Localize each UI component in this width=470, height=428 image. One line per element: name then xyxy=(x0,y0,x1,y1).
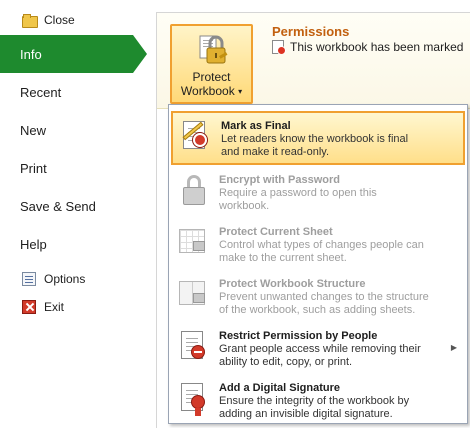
workbook-structure-icon xyxy=(177,277,211,311)
protect-workbook-label: Protect Workbook ▾ xyxy=(181,70,242,99)
backstage-nav: Close Info Recent New Print Save & Send … xyxy=(0,0,148,428)
permissions-status: This workbook has been marked xyxy=(272,40,470,54)
menu-item-digital-signature[interactable]: Add a Digital Signature Ensure the integ… xyxy=(171,375,465,425)
menu-item-title: Protect Current Sheet xyxy=(219,226,333,238)
options-icon xyxy=(22,272,36,286)
restrict-permission-icon xyxy=(177,329,211,363)
marked-final-icon xyxy=(272,40,286,54)
nav-new[interactable]: New xyxy=(0,111,148,149)
folder-icon xyxy=(22,13,38,28)
menu-item-title: Mark as Final xyxy=(221,120,291,132)
menu-item-desc: Control what types of changes people can xyxy=(219,239,424,251)
nav-print[interactable]: Print xyxy=(0,149,148,187)
lock-icon xyxy=(177,173,211,207)
menu-item-desc: adding an invisible digital signature. xyxy=(219,408,393,420)
nav-help-label: Help xyxy=(20,236,47,252)
menu-item-protect-structure[interactable]: Protect Workbook Structure Prevent unwan… xyxy=(171,271,465,321)
nav-save-send[interactable]: Save & Send xyxy=(0,187,148,225)
protect-workbook-menu: Mark as Final Let readers know the workb… xyxy=(168,104,468,424)
nav-new-label: New xyxy=(20,122,47,138)
menu-item-desc: Grant people access while removing their xyxy=(219,343,421,355)
nav-info[interactable]: Info xyxy=(0,35,147,73)
nav-options[interactable]: Options xyxy=(0,265,148,293)
nav-recent-label: Recent xyxy=(20,84,62,100)
menu-item-desc: make to the current sheet. xyxy=(219,252,347,264)
exit-icon xyxy=(22,300,36,314)
protect-workbook-icon xyxy=(195,32,229,66)
menu-item-protect-sheet[interactable]: Protect Current Sheet Control what types… xyxy=(171,219,465,269)
menu-item-mark-as-final[interactable]: Mark as Final Let readers know the workb… xyxy=(171,111,465,165)
menu-item-desc: Prevent unwanted changes to the structur… xyxy=(219,291,429,303)
nav-close-label: Close xyxy=(44,13,75,27)
menu-item-desc: workbook. xyxy=(219,200,270,212)
protect-label-line1: Protect xyxy=(192,70,231,84)
nav-help[interactable]: Help xyxy=(0,225,148,263)
permissions-description: This workbook has been marked xyxy=(290,40,464,54)
menu-item-desc: of the workbook, such as adding sheets. xyxy=(219,304,416,316)
nav-info-label: Info xyxy=(20,46,42,62)
nav-exit[interactable]: Exit xyxy=(0,293,148,321)
nav-save-send-label: Save & Send xyxy=(20,198,96,214)
menu-item-desc: Ensure the integrity of the workbook by xyxy=(219,395,410,407)
menu-item-desc: Require a password to open this xyxy=(219,187,377,199)
menu-item-title: Restrict Permission by People xyxy=(219,330,378,342)
nav-exit-label: Exit xyxy=(44,300,65,314)
protect-label-line2: Workbook xyxy=(180,84,235,98)
menu-item-title: Protect Workbook Structure xyxy=(219,278,366,290)
permissions-title: Permissions xyxy=(272,24,350,39)
menu-item-desc: and make it read-only. xyxy=(221,146,330,158)
nav-recent[interactable]: Recent xyxy=(0,73,148,111)
menu-item-title: Encrypt with Password xyxy=(219,174,341,186)
menu-item-restrict-permission[interactable]: Restrict Permission by People Grant peop… xyxy=(171,323,465,373)
nav-close[interactable]: Close xyxy=(0,6,148,34)
menu-item-title: Add a Digital Signature xyxy=(219,382,341,394)
submenu-arrow-icon: ▶ xyxy=(450,343,457,352)
dropdown-caret-icon: ▾ xyxy=(238,86,243,96)
menu-item-encrypt-password[interactable]: Encrypt with Password Require a password… xyxy=(171,167,465,217)
menu-item-desc: ability to edit, copy, or print. xyxy=(219,356,353,368)
nav-options-label: Options xyxy=(44,272,86,286)
protect-workbook-button[interactable]: Protect Workbook ▾ xyxy=(170,24,253,104)
menu-item-desc: Let readers know the workbook is final xyxy=(221,133,409,145)
sheet-lock-icon xyxy=(177,225,211,259)
nav-print-label: Print xyxy=(20,160,47,176)
digital-signature-icon xyxy=(177,381,211,416)
mark-final-icon xyxy=(179,119,213,153)
